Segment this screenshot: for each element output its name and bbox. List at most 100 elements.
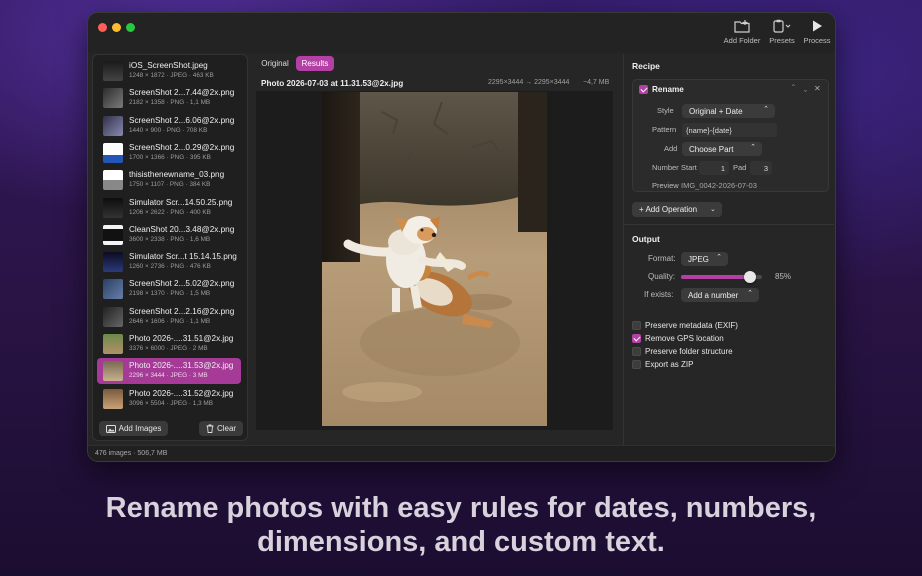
move-up-icon[interactable]: ⌃ bbox=[790, 83, 797, 92]
file-list-item[interactable]: Photo 2026-....31.51@2x.jpg 3376 × 6000 ·… bbox=[97, 331, 241, 357]
updown-chevron-icon: ⌃ bbox=[763, 106, 769, 113]
start-input[interactable]: 1 bbox=[699, 161, 729, 175]
style-select[interactable]: Original + Date ⌃ bbox=[682, 104, 775, 118]
play-icon bbox=[813, 20, 822, 32]
file-thumbnail bbox=[103, 252, 123, 273]
caption-line-1: Rename photos with easy rules for dates,… bbox=[105, 492, 817, 524]
pattern-input[interactable]: {name}-{date} bbox=[682, 123, 777, 137]
file-name: Simulator Scr...14.50.25.png bbox=[129, 197, 233, 207]
file-name: ScreenShot 2...0.29@2x.png bbox=[129, 142, 235, 152]
file-meta: 2296 × 3444 · JPEG · 3 MB bbox=[129, 372, 208, 380]
quality-slider[interactable] bbox=[681, 271, 762, 283]
file-meta: 3600 × 2338 · PNG · 1,6 MB bbox=[129, 235, 211, 243]
file-meta: 1750 × 1107 · PNG · 384 KB bbox=[129, 181, 211, 189]
file-name: Photo 2026-....31.51@2x.jpg bbox=[129, 334, 234, 343]
clear-button[interactable]: Clear bbox=[199, 421, 243, 436]
file-list-item[interactable]: Simulator Scr...14.50.25.png 1206 × 2622 … bbox=[97, 195, 241, 221]
title-bar: Add Folder Presets Process bbox=[88, 13, 835, 53]
output-heading: Output bbox=[632, 234, 660, 244]
add-part-value: Choose Part bbox=[689, 144, 734, 154]
preview-dimensions: 2295×3444 → 2295×3444 bbox=[488, 79, 570, 86]
format-value: JPEG bbox=[688, 254, 709, 264]
presets-label: Presets bbox=[769, 36, 795, 45]
file-list-item[interactable]: CleanShot 20...3.48@2x.png 3600 × 2338 · … bbox=[97, 222, 241, 248]
move-down-icon[interactable]: ⌃ bbox=[802, 84, 809, 93]
app-window: Add Folder Presets Process iOS_ScreenSho… bbox=[87, 12, 836, 462]
preview-value: IMG_0042-2026-07-03 bbox=[681, 181, 757, 190]
number-label: Number bbox=[652, 163, 679, 172]
file-name: CleanShot 20...3.48@2x.png bbox=[129, 224, 235, 234]
option-checkbox[interactable] bbox=[632, 321, 641, 330]
file-thumbnail bbox=[103, 197, 123, 218]
status-bar: 476 images · 506,7 MB bbox=[88, 445, 835, 461]
caption-line-2: dimensions, and custom text. bbox=[257, 526, 665, 558]
option-checkbox[interactable] bbox=[632, 360, 641, 369]
tab-original[interactable]: Original bbox=[256, 56, 294, 71]
file-name: ScreenShot 2...6.06@2x.png bbox=[129, 115, 235, 125]
tab-results[interactable]: Results bbox=[296, 56, 334, 71]
file-name: ScreenShot 2...5.02@2x.png bbox=[129, 279, 235, 289]
file-list-item[interactable]: thisisthenewname_03.png 1750 × 1107 · PNG… bbox=[97, 167, 241, 193]
file-list-item[interactable]: Photo 2026-....31.52@2x.jpg 3096 × 5504 ·… bbox=[97, 386, 241, 412]
style-label: Style bbox=[657, 106, 674, 115]
quality-slider-fill bbox=[681, 275, 750, 279]
preview-size-change: −4,7 MB bbox=[583, 79, 610, 86]
close-window-button[interactable] bbox=[98, 23, 107, 32]
pad-input[interactable]: 3 bbox=[750, 161, 772, 175]
file-list-item[interactable]: Photo 2026-....31.53@2x.jpg 2296 × 3444 ·… bbox=[97, 358, 241, 385]
file-name: Simulator Scr...t 15.14.15.png bbox=[129, 252, 237, 262]
trash-icon bbox=[206, 424, 214, 433]
file-thumbnail bbox=[103, 361, 123, 382]
remove-operation-icon[interactable]: ✕ bbox=[814, 84, 821, 93]
add-images-button[interactable]: Add Images bbox=[99, 421, 168, 436]
file-thumbnail bbox=[103, 224, 123, 245]
puppies-photo bbox=[322, 92, 547, 426]
style-value: Original + Date bbox=[689, 106, 743, 116]
file-list-item[interactable]: ScreenShot 2...7.44@2x.png 2182 × 1358 · … bbox=[97, 85, 241, 111]
file-thumbnail bbox=[103, 170, 123, 191]
process-button[interactable]: Process bbox=[792, 17, 835, 53]
file-meta: 2198 × 1370 · PNG · 1,5 MB bbox=[129, 290, 211, 298]
clear-label: Clear bbox=[216, 424, 237, 433]
format-select[interactable]: JPEG ⌃ bbox=[681, 252, 728, 266]
quality-slider-knob[interactable] bbox=[743, 271, 756, 283]
updown-chevron-icon: ⌃ bbox=[716, 254, 722, 261]
quality-value: 85% bbox=[775, 272, 792, 281]
file-list-item[interactable]: ScreenShot 2...2.16@2x.png 2646 × 1606 · … bbox=[97, 304, 241, 330]
add-folder-label: Add Folder bbox=[723, 36, 761, 45]
settings-panel: Recipe Rename ⌃ ⌃ ✕ Style Original + Dat… bbox=[623, 54, 834, 446]
preview-canvas bbox=[256, 91, 613, 430]
file-name: iOS_ScreenShot.jpeg bbox=[129, 61, 208, 70]
if-exists-label: If exists: bbox=[644, 290, 674, 299]
option-checkbox[interactable] bbox=[632, 334, 641, 343]
file-name: thisisthenewname_03.png bbox=[129, 170, 225, 180]
minimize-window-button[interactable] bbox=[112, 23, 121, 32]
option-label: Preserve metadata (EXIF) bbox=[645, 320, 738, 330]
file-meta: 1260 × 2736 · PNG · 476 KB bbox=[129, 263, 211, 271]
zoom-window-button[interactable] bbox=[126, 23, 135, 32]
file-thumbnail bbox=[103, 306, 123, 327]
divider bbox=[624, 224, 834, 225]
process-label: Process bbox=[803, 36, 831, 45]
pattern-label: Pattern bbox=[652, 125, 677, 134]
option-label: Preserve folder structure bbox=[645, 346, 733, 356]
preview-label: Preview bbox=[652, 181, 679, 190]
file-list-item[interactable]: ScreenShot 2...5.02@2x.png 2198 × 1370 · … bbox=[97, 276, 241, 302]
file-list-item[interactable]: iOS_ScreenShot.jpeg 1248 × 1872 · JPEG · … bbox=[97, 58, 241, 84]
if-exists-select[interactable]: Add a number ⌃ bbox=[681, 288, 759, 302]
updown-chevron-icon: ⌃ bbox=[750, 144, 756, 151]
file-thumbnail bbox=[103, 388, 123, 409]
file-name: Photo 2026-....31.53@2x.jpg bbox=[129, 361, 234, 371]
add-part-select[interactable]: Choose Part ⌃ bbox=[682, 142, 762, 156]
file-list-item[interactable]: ScreenShot 2...0.29@2x.png 1700 × 1366 · … bbox=[97, 140, 241, 166]
rename-enabled-checkbox[interactable] bbox=[639, 85, 648, 94]
file-list-item[interactable]: Simulator Scr...t 15.14.15.png 1260 × 273… bbox=[97, 249, 241, 275]
file-list-item[interactable]: ScreenShot 2...6.06@2x.png 1440 × 900 · P… bbox=[97, 113, 241, 139]
file-name: ScreenShot 2...2.16@2x.png bbox=[129, 306, 235, 316]
rename-operation-card: Rename ⌃ ⌃ ✕ Style Original + Date ⌃ Patt… bbox=[632, 79, 829, 192]
add-operation-button[interactable]: + Add Operation ⌃ bbox=[632, 202, 722, 217]
format-label: Format: bbox=[648, 254, 676, 263]
add-images-label: Add Images bbox=[118, 424, 162, 433]
option-checkbox[interactable] bbox=[632, 347, 641, 356]
file-thumbnail bbox=[103, 115, 123, 136]
